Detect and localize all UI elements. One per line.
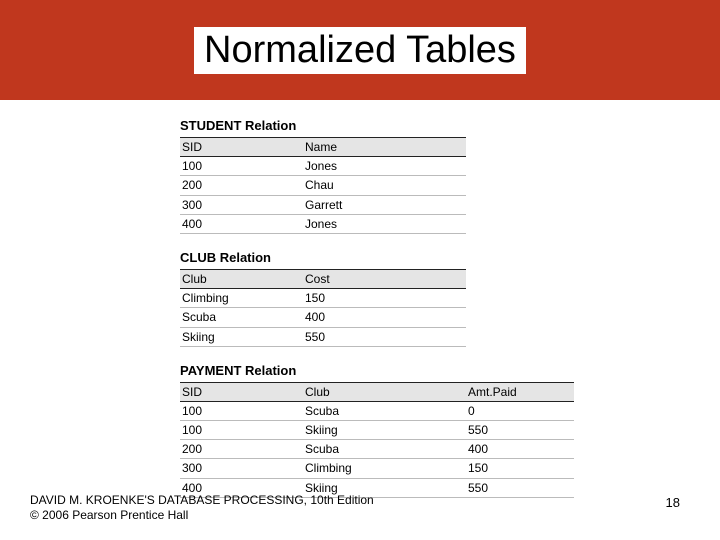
cell: 400 — [180, 214, 303, 233]
title-bar: Normalized Tables — [0, 0, 720, 100]
footer-line-1: DAVID M. KROENKE'S DATABASE PROCESSING, … — [30, 493, 374, 509]
student-relation-block: STUDENT Relation SID Name 100Jones 200Ch… — [180, 118, 720, 234]
table-row: Climbing150 — [180, 289, 466, 308]
cell: Skiing — [180, 327, 303, 346]
cell: 300 — [180, 459, 303, 478]
content-area: STUDENT Relation SID Name 100Jones 200Ch… — [0, 100, 720, 498]
payment-header-amt: Amt.Paid — [466, 382, 574, 401]
cell: Skiing — [303, 421, 466, 440]
slide-title: Normalized Tables — [194, 27, 526, 74]
student-header-name: Name — [303, 138, 466, 157]
cell: Jones — [303, 157, 466, 176]
cell: Jones — [303, 214, 466, 233]
payment-relation-title: PAYMENT Relation — [180, 363, 720, 378]
cell: 100 — [180, 157, 303, 176]
payment-header-club: Club — [303, 382, 466, 401]
table-row: 400Jones — [180, 214, 466, 233]
club-relation-block: CLUB Relation Club Cost Climbing150 Scub… — [180, 250, 720, 347]
cell: Chau — [303, 176, 466, 195]
cell: 150 — [466, 459, 574, 478]
cell: 100 — [180, 421, 303, 440]
student-relation-table: SID Name 100Jones 200Chau 300Garrett 400… — [180, 137, 466, 234]
cell: 550 — [303, 327, 466, 346]
cell: 150 — [303, 289, 466, 308]
table-row: 300Garrett — [180, 195, 466, 214]
cell: 300 — [180, 195, 303, 214]
club-header-club: Club — [180, 269, 303, 288]
footer-line-2: © 2006 Pearson Prentice Hall — [30, 508, 374, 524]
cell: Scuba — [303, 440, 466, 459]
slide: Normalized Tables STUDENT Relation SID N… — [0, 0, 720, 540]
student-relation-title: STUDENT Relation — [180, 118, 720, 133]
table-row: 200Chau — [180, 176, 466, 195]
student-header-sid: SID — [180, 138, 303, 157]
cell: Climbing — [180, 289, 303, 308]
table-row: Scuba400 — [180, 308, 466, 327]
cell: 200 — [180, 176, 303, 195]
cell: 400 — [303, 308, 466, 327]
cell: 100 — [180, 401, 303, 420]
payment-relation-table: SID Club Amt.Paid 100Scuba0 100Skiing550… — [180, 382, 574, 498]
table-row: Skiing550 — [180, 327, 466, 346]
club-header-cost: Cost — [303, 269, 466, 288]
cell: 550 — [466, 421, 574, 440]
cell: Scuba — [180, 308, 303, 327]
table-row: 200Scuba400 — [180, 440, 574, 459]
table-row: 100Skiing550 — [180, 421, 574, 440]
club-relation-title: CLUB Relation — [180, 250, 720, 265]
cell: 200 — [180, 440, 303, 459]
table-row: 100Jones — [180, 157, 466, 176]
page-number: 18 — [666, 495, 680, 510]
table-row: 100Scuba0 — [180, 401, 574, 420]
cell: Climbing — [303, 459, 466, 478]
payment-relation-block: PAYMENT Relation SID Club Amt.Paid 100Sc… — [180, 363, 720, 498]
cell: 550 — [466, 478, 574, 497]
footer: DAVID M. KROENKE'S DATABASE PROCESSING, … — [30, 493, 374, 524]
club-relation-table: Club Cost Climbing150 Scuba400 Skiing550 — [180, 269, 466, 347]
cell: Garrett — [303, 195, 466, 214]
payment-header-sid: SID — [180, 382, 303, 401]
table-row: 300Climbing150 — [180, 459, 574, 478]
cell: 400 — [466, 440, 574, 459]
cell: Scuba — [303, 401, 466, 420]
cell: 0 — [466, 401, 574, 420]
